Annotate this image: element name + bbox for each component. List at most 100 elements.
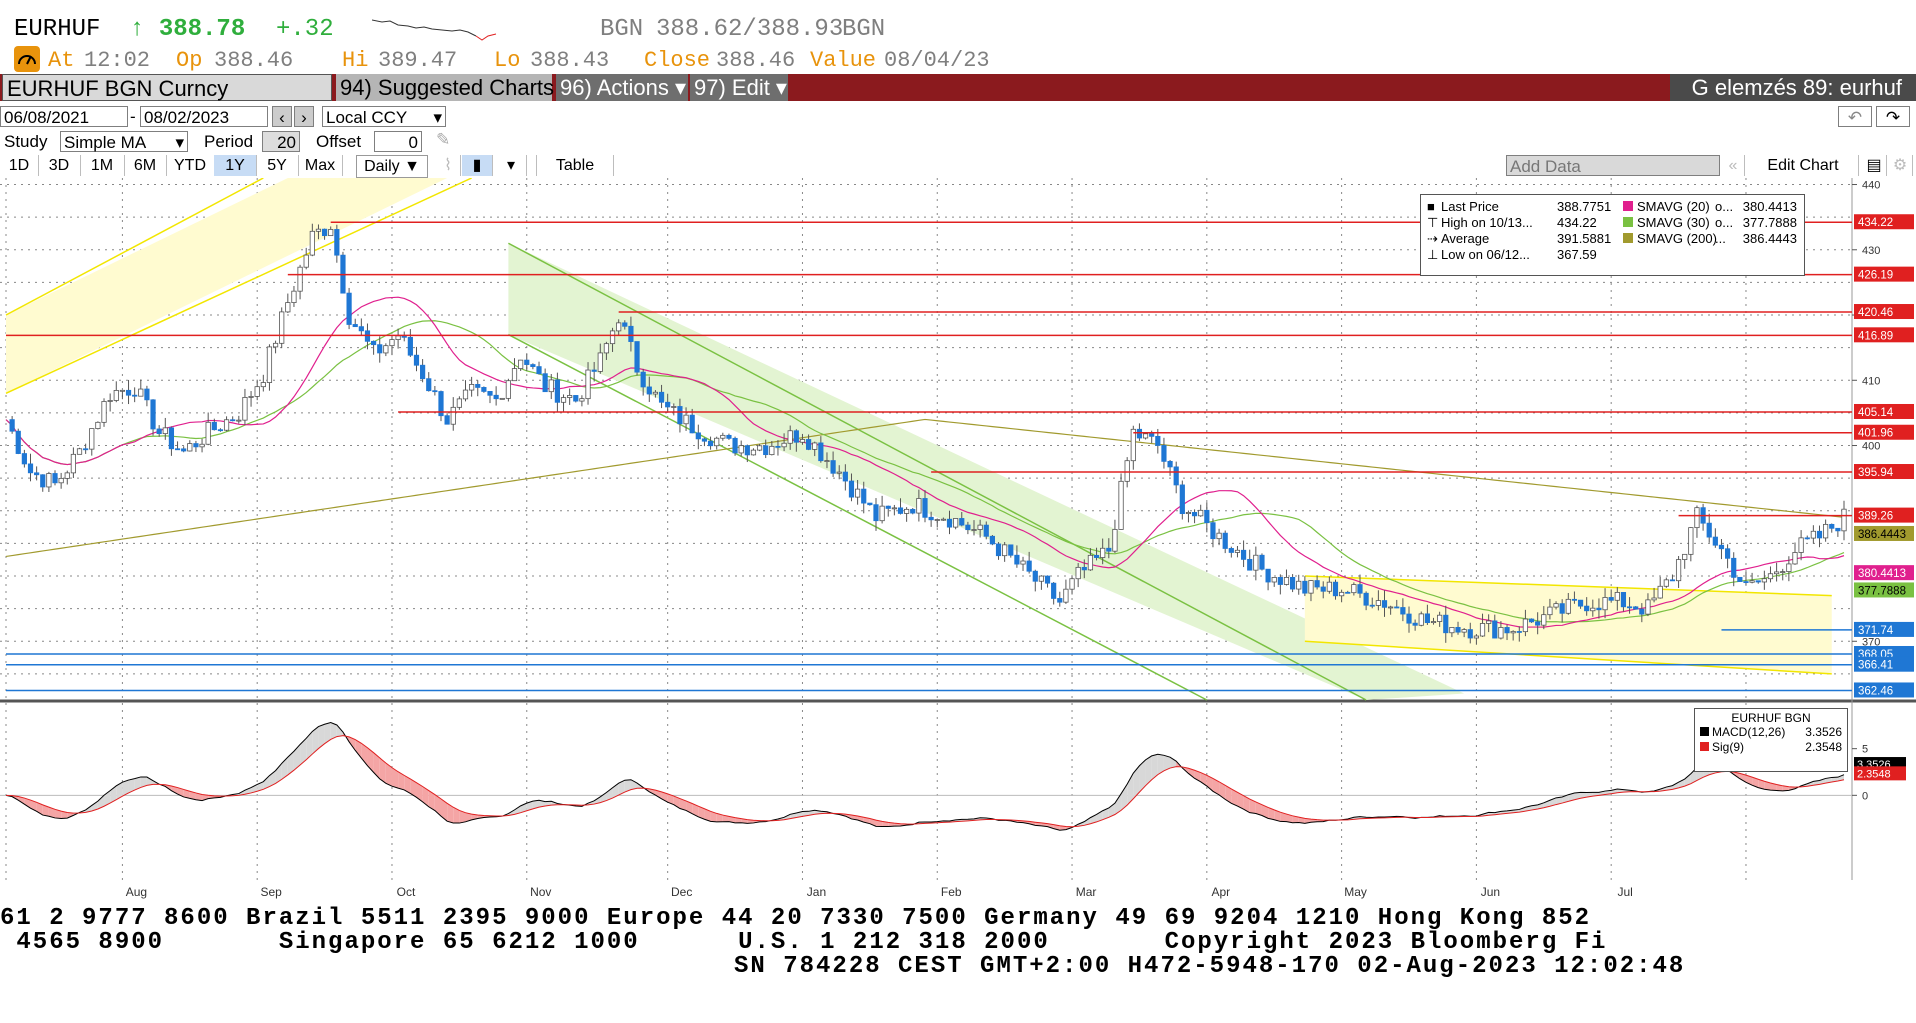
candle: [1412, 622, 1418, 626]
x-tick-label: Jun: [1481, 885, 1500, 899]
collapse-icon[interactable]: «: [1722, 155, 1745, 176]
candle: [1804, 537, 1810, 540]
range-tab-6m[interactable]: 6M: [124, 155, 167, 176]
candle: [1081, 566, 1087, 571]
legend-ma-row: SMAVG (30) o... 377.7888: [1623, 215, 1799, 231]
candle: [1332, 581, 1339, 597]
redo-button[interactable]: ↷: [1876, 106, 1910, 127]
security-field[interactable]: EURHUF BGN Curncy: [2, 74, 332, 101]
candle: [481, 387, 487, 392]
period-field[interactable]: 20: [262, 131, 300, 152]
candle: [138, 388, 144, 397]
level-label: 395.94: [1858, 467, 1894, 479]
gear-icon[interactable]: ⚙: [1888, 155, 1913, 176]
candle: [1841, 508, 1847, 532]
candle: [1553, 603, 1559, 608]
candle: [279, 311, 285, 344]
candle: [450, 406, 456, 425]
actions-menu[interactable]: 96) Actions ▾: [556, 74, 688, 101]
legend-row: ⊥ Low on 06/12... 367.59: [1427, 247, 1627, 263]
prev-period-button[interactable]: ‹: [272, 106, 292, 127]
candle: [665, 401, 671, 408]
chart-area[interactable]: 370400410420430440434.22426.19420.46416.…: [0, 177, 1916, 911]
quote-details: At 12:02 Op 388.46 Hi 389.47 Lo 388.43 C…: [0, 46, 1916, 76]
candle: [1510, 631, 1516, 634]
candle: [750, 449, 757, 456]
add-data-field[interactable]: Add Data: [1506, 155, 1720, 176]
date-to-field[interactable]: 08/02/2023: [140, 106, 268, 127]
edit-chart-button[interactable]: Edit Chart: [1748, 155, 1859, 176]
candle: [1479, 623, 1486, 637]
suggested-charts-button[interactable]: 94) Suggested Charts: [336, 74, 554, 101]
gauge-icon[interactable]: [14, 46, 40, 72]
legend-swatch: [1700, 742, 1709, 751]
candle: [1002, 544, 1008, 557]
legend-label: High on 10/13...: [1441, 215, 1533, 230]
candle: [1179, 484, 1185, 515]
chevron-down-icon[interactable]: ▾: [496, 155, 527, 176]
candle: [763, 445, 769, 456]
candle: [1375, 600, 1381, 606]
price-chart[interactable]: 370400410420430440434.22426.19420.46416.…: [0, 177, 1916, 911]
candle: [867, 502, 873, 506]
x-tick-label: Feb: [941, 885, 962, 899]
candle: [1210, 522, 1216, 540]
candle: [1149, 433, 1155, 437]
line-style-icon[interactable]: ⌇: [436, 155, 461, 176]
candle: [1712, 536, 1718, 546]
chart-settings-icon[interactable]: ▤: [1862, 155, 1887, 176]
candle: [475, 384, 481, 388]
pencil-icon[interactable]: ✎: [436, 130, 450, 150]
range-tab-1d[interactable]: 1D: [0, 155, 39, 176]
candle: [101, 401, 107, 423]
ma-label: 377.7888: [1858, 585, 1906, 597]
candle: [1345, 591, 1351, 594]
candle: [1044, 575, 1051, 584]
range-tab-1m[interactable]: 1M: [80, 155, 125, 176]
candle: [401, 335, 407, 338]
candle: [1259, 554, 1265, 570]
candle: [1639, 608, 1645, 615]
frequency-select[interactable]: Daily ▼: [356, 155, 428, 178]
candle: [1369, 604, 1375, 607]
candle: [1173, 466, 1179, 486]
legend-label: SMAVG (20): [1637, 199, 1710, 214]
candle: [861, 488, 867, 504]
chart-legend: ■ Last Price 388.7751 ⊤ High on 10/13... 434.…: [1420, 194, 1805, 276]
candle: [1155, 435, 1161, 446]
legend-label: Last Price: [1441, 199, 1499, 214]
range-tab-ytd[interactable]: YTD: [166, 155, 215, 176]
legend-label: Low on 06/12...: [1441, 247, 1530, 262]
candle: [1075, 566, 1081, 580]
range-tab-3d[interactable]: 3D: [38, 155, 81, 176]
candle-style-icon[interactable]: ▮: [462, 155, 493, 176]
candle: [1430, 621, 1437, 624]
candle: [1743, 581, 1749, 583]
candle: [1449, 627, 1455, 634]
candle: [1467, 629, 1473, 639]
x-tick-label: May: [1344, 885, 1367, 899]
candle: [1571, 598, 1578, 601]
candle: [1829, 523, 1835, 529]
offset-field[interactable]: 0: [374, 131, 422, 152]
candle: [1394, 606, 1400, 609]
range-tab-5y[interactable]: 5Y: [256, 155, 299, 176]
next-period-button[interactable]: ›: [294, 106, 314, 127]
edit-menu[interactable]: 97) Edit ▾: [690, 74, 788, 101]
range-tab-max[interactable]: Max: [298, 155, 343, 176]
level-label: 405.14: [1858, 407, 1894, 419]
range-tab-1y[interactable]: 1Y: [214, 155, 257, 176]
candle: [315, 228, 322, 232]
table-button[interactable]: Table: [536, 155, 614, 176]
undo-button[interactable]: ↶: [1838, 106, 1872, 127]
study-select[interactable]: Simple MA ▾: [60, 131, 188, 152]
candle: [364, 330, 371, 342]
candle: [677, 406, 683, 425]
candle: [805, 439, 812, 450]
candle: [885, 505, 891, 509]
candle: [1020, 560, 1026, 565]
date-from-field[interactable]: 06/08/2021: [0, 106, 128, 127]
candle: [983, 524, 989, 537]
candle: [1590, 607, 1596, 612]
currency-select[interactable]: Local CCY ▾: [322, 106, 446, 127]
